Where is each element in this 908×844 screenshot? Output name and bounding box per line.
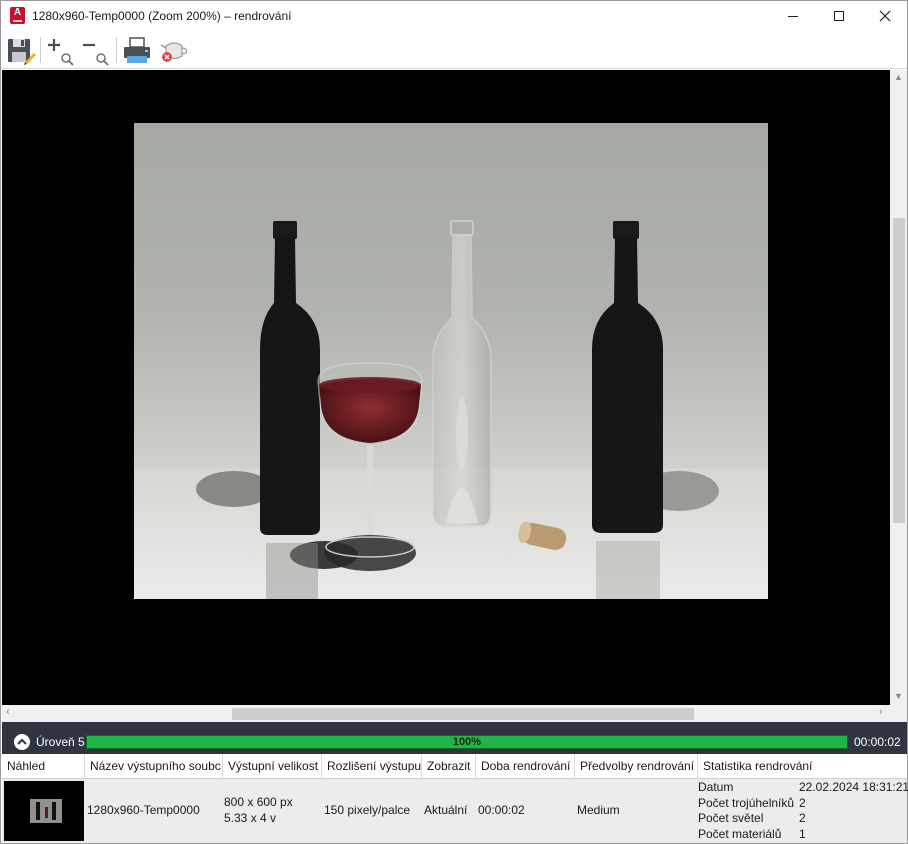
horizontal-scrollbar[interactable]: ‹ › [2,705,890,722]
view-name: Aktuální [424,803,468,817]
output-filename: 1280x960-Temp0000 [87,803,200,817]
render-window: A 1280x960-Temp0000 (Zoom 200%) – rendro… [0,0,908,844]
window-title: 1280x960-Temp0000 (Zoom 200%) – rendrová… [32,9,292,23]
wine-glass [317,362,423,571]
render-level-label: Úroveň 5 [36,735,85,749]
minimize-button[interactable] [770,1,816,31]
scroll-left-icon[interactable]: ‹ [6,706,10,718]
column-header-view[interactable]: Zobrazit [422,754,476,779]
column-header-render-time[interactable]: Doba rendrování [476,754,575,779]
zoom-out-icon [83,43,109,66]
output-size-px: 800 x 600 px [224,795,293,809]
cancel-render-icon [160,42,188,62]
progress-strip: Úroveň 5 100% 00:00:02 [2,722,907,754]
stat-value-triangles: 2 [799,796,806,810]
output-size-in: 5.33 x 4 v [224,811,277,825]
column-header-filename[interactable]: Název výstupního soubc [85,754,223,779]
rendered-image [134,123,768,599]
close-icon [879,10,891,22]
stat-value-date: 22.02.2024 18:31:21 [799,780,908,794]
elapsed-time: 00:00:02 [854,735,901,749]
stat-label-materials: Počet materiálů [698,827,782,841]
print-icon [124,37,150,63]
chevron-up-icon [17,738,27,745]
title-bar[interactable]: A 1280x960-Temp0000 (Zoom 200%) – rendro… [1,1,907,31]
scroll-right-icon[interactable]: › [879,706,883,718]
zoom-in-icon [48,39,74,66]
scroll-down-icon[interactable]: ▼ [894,691,903,701]
zoom-out-button[interactable] [79,34,111,66]
history-header: Náhled Název výstupního soubc Výstupní v… [2,754,907,779]
stat-label-triangles: Počet trojúhelníků [698,796,795,810]
render-viewport[interactable] [2,70,890,705]
progress-percent: 100% [452,736,482,748]
left-bottle [260,221,320,535]
column-header-preset[interactable]: Předvolby rendrování [575,754,698,779]
render-preset: Medium [577,803,620,817]
scroll-corner [890,705,907,722]
clear-bottle [432,220,492,527]
save-button[interactable] [5,34,37,66]
column-header-resolution[interactable]: Rozlišení výstupu [322,754,422,779]
render-time: 00:00:02 [478,803,525,817]
scene-svg [196,220,719,599]
scroll-up-icon[interactable]: ▲ [894,72,903,82]
table-row[interactable]: 1280x960-Temp0000 800 x 600 px 5.33 x 4 … [2,779,908,843]
stat-value-lights: 2 [799,811,806,825]
maximize-button[interactable] [816,1,862,31]
stat-value-materials: 1 [799,827,806,841]
render-history: Náhled Název výstupního soubc Výstupní v… [2,754,908,843]
column-header-size[interactable]: Výstupní velikost [223,754,322,779]
toolbar [1,31,907,69]
cork [518,521,567,550]
progress-bar: 100% [86,735,848,749]
right-bottle [592,221,663,533]
vertical-scroll-thumb[interactable] [893,218,905,523]
zoom-in-button[interactable] [44,34,76,66]
save-icon [8,39,36,65]
stat-label-date: Datum [698,780,734,794]
autocad-icon: A [10,7,25,24]
close-button[interactable] [862,1,908,31]
column-header-preview[interactable]: Náhled [2,754,85,779]
collapse-button[interactable] [14,734,30,750]
maximize-icon [834,11,844,21]
minimize-icon [788,15,798,17]
horizontal-scroll-thumb[interactable] [232,708,694,720]
cancel-render-button[interactable] [158,34,190,66]
stat-label-lights: Počet světel [698,811,764,825]
print-button[interactable] [121,34,153,66]
column-header-stats[interactable]: Statistika rendrování [698,754,907,779]
preview-thumbnail[interactable] [4,781,84,841]
output-resolution: 150 pixely/palce [324,803,411,817]
vertical-scrollbar[interactable]: ▲ ▼ [890,70,907,705]
thumbnail-image [30,799,62,823]
